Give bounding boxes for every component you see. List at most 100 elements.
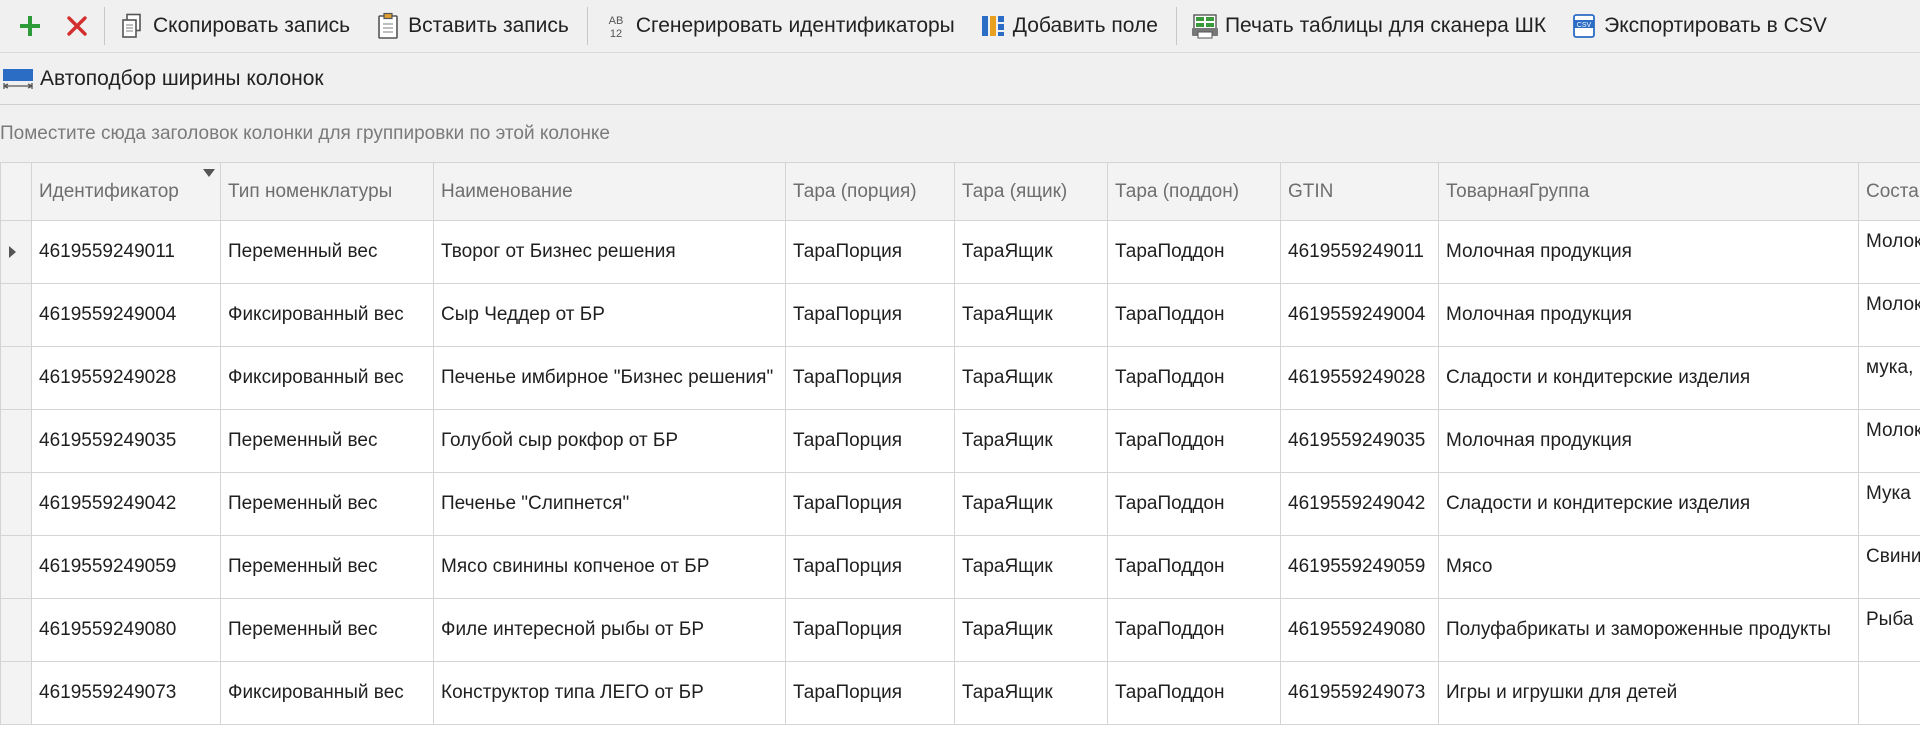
- cell-identifier[interactable]: 4619559249011: [31, 220, 221, 284]
- cell-tare-pallet[interactable]: ТараПоддон: [1107, 472, 1281, 536]
- cell-tare-pallet[interactable]: ТараПоддон: [1107, 220, 1281, 284]
- cell-composition[interactable]: Свини: [1858, 535, 1920, 599]
- table-row[interactable]: 4619559249042 Переменный вес Печенье "Слип…: [0, 472, 1920, 536]
- cell-tare-box[interactable]: ТараЯщик: [954, 220, 1108, 284]
- cell-product-group[interactable]: Сладости и кондитерские изделия: [1438, 472, 1859, 536]
- add-field-button[interactable]: Добавить поле: [969, 6, 1172, 46]
- cell-tare-box[interactable]: ТараЯщик: [954, 598, 1108, 662]
- cell-identifier[interactable]: 4619559249035: [31, 409, 221, 473]
- cell-gtin[interactable]: 4619559249004: [1280, 283, 1439, 347]
- cell-nomenclature-type[interactable]: Переменный вес: [220, 409, 434, 473]
- cell-composition[interactable]: [1858, 661, 1920, 725]
- column-header-gtin[interactable]: GTIN: [1280, 162, 1439, 221]
- print-barcode-table-button[interactable]: Печать таблицы для сканера ШК: [1181, 6, 1560, 46]
- cell-identifier[interactable]: 4619559249028: [31, 346, 221, 410]
- column-header-composition[interactable]: Соста: [1858, 162, 1920, 221]
- cell-composition[interactable]: Молок: [1858, 220, 1920, 284]
- cell-product-group[interactable]: Игры и игрушки для детей: [1438, 661, 1859, 725]
- cell-composition[interactable]: мука,: [1858, 346, 1920, 410]
- column-header-nomenclature-type[interactable]: Тип номенклатуры: [220, 162, 434, 221]
- table-row[interactable]: 4619559249028 Фиксированный вес Печенье им…: [0, 346, 1920, 410]
- row-indicator[interactable]: [0, 283, 32, 347]
- cell-product-group[interactable]: Полуфабрикаты и замороженные продукты: [1438, 598, 1859, 662]
- cell-tare-pallet[interactable]: ТараПоддон: [1107, 283, 1281, 347]
- cell-nomenclature-type[interactable]: Переменный вес: [220, 220, 434, 284]
- cell-name[interactable]: Голубой сыр рокфор от БР: [433, 409, 786, 473]
- table-row[interactable]: 4619559249073 Фиксированный вес Конструкто…: [0, 661, 1920, 725]
- delete-record-button[interactable]: [54, 6, 100, 46]
- sort-filter-icon[interactable]: [203, 169, 215, 177]
- table-row[interactable]: 4619559249059 Переменный вес Мясо свинины …: [0, 535, 1920, 599]
- column-header-identifier[interactable]: Идентификатор: [31, 162, 221, 221]
- cell-tare-pallet[interactable]: ТараПоддон: [1107, 535, 1281, 599]
- table-row[interactable]: 4619559249004 Фиксированный вес Сыр Чеддер…: [0, 283, 1920, 347]
- paste-record-button[interactable]: Вставить запись: [364, 6, 583, 46]
- table-row[interactable]: 4619559249011 Переменный вес Творог от Биз…: [0, 220, 1920, 284]
- cell-composition[interactable]: Рыба: [1858, 598, 1920, 662]
- cell-composition[interactable]: Молок: [1858, 283, 1920, 347]
- cell-gtin[interactable]: 4619559249011: [1280, 220, 1439, 284]
- cell-gtin[interactable]: 4619559249073: [1280, 661, 1439, 725]
- copy-record-button[interactable]: Скопировать запись: [109, 6, 364, 46]
- cell-name[interactable]: Сыр Чеддер от БР: [433, 283, 786, 347]
- cell-nomenclature-type[interactable]: Переменный вес: [220, 535, 434, 599]
- row-indicator[interactable]: [0, 346, 32, 410]
- cell-identifier[interactable]: 4619559249042: [31, 472, 221, 536]
- cell-tare-box[interactable]: ТараЯщик: [954, 472, 1108, 536]
- row-indicator[interactable]: [0, 661, 32, 725]
- cell-name[interactable]: Творог от Бизнес решения: [433, 220, 786, 284]
- cell-tare-portion[interactable]: ТараПорция: [785, 535, 955, 599]
- cell-product-group[interactable]: Мясо: [1438, 535, 1859, 599]
- column-header-tare-portion[interactable]: Тара (порция): [785, 162, 955, 221]
- cell-tare-portion[interactable]: ТараПорция: [785, 472, 955, 536]
- column-header-tare-pallet[interactable]: Тара (поддон): [1107, 162, 1281, 221]
- cell-product-group[interactable]: Сладости и кондитерские изделия: [1438, 346, 1859, 410]
- cell-tare-pallet[interactable]: ТараПоддон: [1107, 598, 1281, 662]
- cell-name[interactable]: Мясо свинины копченое от БР: [433, 535, 786, 599]
- column-header-tare-box[interactable]: Тара (ящик): [954, 162, 1108, 221]
- table-row[interactable]: 4619559249035 Переменный вес Голубой сыр р…: [0, 409, 1920, 473]
- column-header-product-group[interactable]: ТоварнаяГруппа: [1438, 162, 1859, 221]
- row-indicator[interactable]: [0, 409, 32, 473]
- cell-product-group[interactable]: Молочная продукция: [1438, 283, 1859, 347]
- cell-nomenclature-type[interactable]: Фиксированный вес: [220, 283, 434, 347]
- cell-identifier[interactable]: 4619559249073: [31, 661, 221, 725]
- cell-tare-pallet[interactable]: ТараПоддон: [1107, 661, 1281, 725]
- export-csv-button[interactable]: CSV Экспортировать в CSV: [1560, 6, 1841, 46]
- cell-composition[interactable]: Мука: [1858, 472, 1920, 536]
- column-header-name[interactable]: Наименование: [433, 162, 786, 221]
- row-indicator[interactable]: [0, 598, 32, 662]
- row-indicator[interactable]: [0, 472, 32, 536]
- cell-tare-box[interactable]: ТараЯщик: [954, 346, 1108, 410]
- cell-product-group[interactable]: Молочная продукция: [1438, 409, 1859, 473]
- cell-tare-portion[interactable]: ТараПорция: [785, 661, 955, 725]
- cell-tare-box[interactable]: ТараЯщик: [954, 409, 1108, 473]
- cell-nomenclature-type[interactable]: Фиксированный вес: [220, 661, 434, 725]
- generate-ids-button[interactable]: AB 12 Сгенерировать идентификаторы: [592, 6, 969, 46]
- cell-tare-pallet[interactable]: ТараПоддон: [1107, 409, 1281, 473]
- cell-name[interactable]: Филе интересной рыбы от БР: [433, 598, 786, 662]
- table-row[interactable]: 4619559249080 Переменный вес Филе интересн…: [0, 598, 1920, 662]
- cell-composition[interactable]: Молок: [1858, 409, 1920, 473]
- cell-nomenclature-type[interactable]: Фиксированный вес: [220, 346, 434, 410]
- cell-tare-portion[interactable]: ТараПорция: [785, 598, 955, 662]
- cell-tare-box[interactable]: ТараЯщик: [954, 661, 1108, 725]
- cell-gtin[interactable]: 4619559249042: [1280, 472, 1439, 536]
- cell-identifier[interactable]: 4619559249059: [31, 535, 221, 599]
- cell-tare-box[interactable]: ТараЯщик: [954, 283, 1108, 347]
- row-indicator[interactable]: [0, 220, 32, 284]
- cell-product-group[interactable]: Молочная продукция: [1438, 220, 1859, 284]
- cell-tare-pallet[interactable]: ТараПоддон: [1107, 346, 1281, 410]
- cell-tare-portion[interactable]: ТараПорция: [785, 346, 955, 410]
- cell-tare-portion[interactable]: ТараПорция: [785, 409, 955, 473]
- cell-name[interactable]: Печенье "Слипнется": [433, 472, 786, 536]
- group-by-panel[interactable]: Поместите сюда заголовок колонки для гру…: [0, 104, 1920, 162]
- cell-tare-portion[interactable]: ТараПорция: [785, 220, 955, 284]
- cell-identifier[interactable]: 4619559249004: [31, 283, 221, 347]
- cell-gtin[interactable]: 4619559249028: [1280, 346, 1439, 410]
- cell-gtin[interactable]: 4619559249035: [1280, 409, 1439, 473]
- cell-tare-portion[interactable]: ТараПорция: [785, 283, 955, 347]
- cell-tare-box[interactable]: ТараЯщик: [954, 535, 1108, 599]
- cell-gtin[interactable]: 4619559249059: [1280, 535, 1439, 599]
- row-indicator[interactable]: [0, 535, 32, 599]
